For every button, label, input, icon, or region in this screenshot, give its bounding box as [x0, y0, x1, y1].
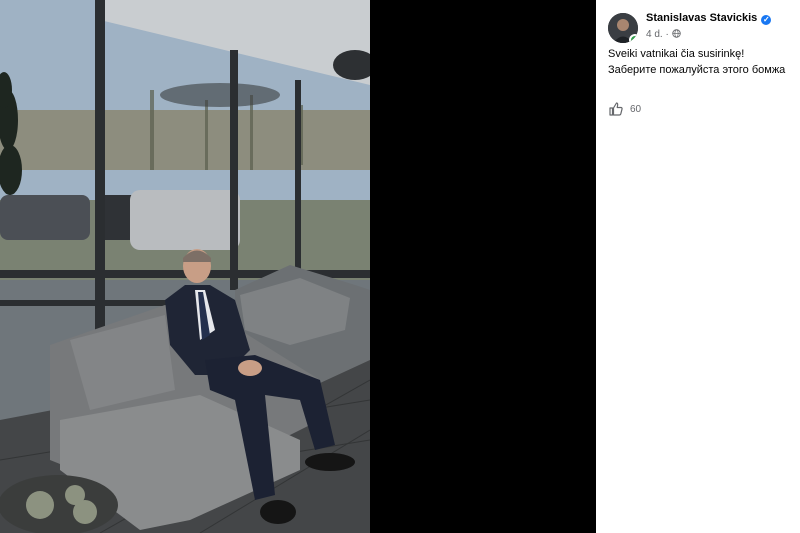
lightbox-background — [370, 0, 596, 533]
thumbs-up-icon — [609, 102, 623, 116]
verified-badge-icon: ✓ — [761, 15, 772, 25]
post-details-panel: Stanislavas Stavickis ✓ 4 d. · Sveiki vat… — [596, 0, 800, 533]
online-status-dot — [629, 34, 638, 43]
globe-icon — [671, 29, 681, 38]
post-meta: 4 d. · — [646, 29, 681, 40]
post-photo[interactable] — [0, 0, 370, 533]
post-time[interactable]: 4 d. — [646, 29, 663, 40]
post-text-line-1: Sveiki vatnikai čia susirinkę! — [608, 48, 745, 60]
separator-dot: · — [665, 29, 669, 40]
author-name[interactable]: Stanislavas Stavickis — [646, 12, 757, 24]
post-text-line-2: Заберите пожалуйста этого бомжа — [608, 64, 786, 76]
photo-illustration — [0, 0, 370, 533]
author-avatar[interactable] — [608, 13, 638, 43]
like-count: 60 — [630, 103, 642, 115]
post-text: Sveiki vatnikai čia susirinkę! Заберите … — [608, 46, 798, 78]
reactions-summary[interactable]: 60 — [608, 101, 641, 117]
